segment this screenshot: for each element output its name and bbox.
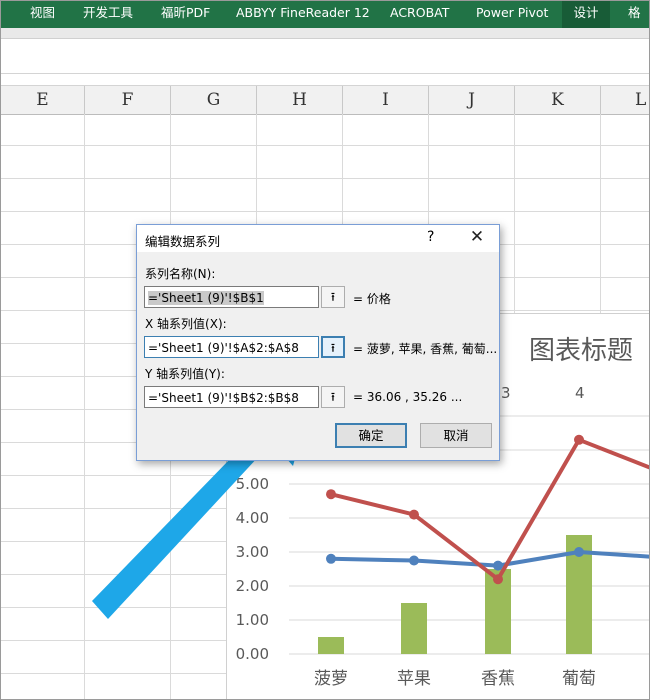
ok-button[interactable]: 确定 bbox=[335, 423, 407, 448]
y-values-preview: = 36.06 , 35.26 ... bbox=[353, 390, 463, 404]
series-name-preview: = 价格 bbox=[353, 292, 391, 306]
series-name-field[interactable]: ='Sheet1 (9)'!$B$1 bbox=[144, 286, 319, 308]
excel-window: 视图 开发工具 福昕PDF ABBYY FineReader 12 ACROBA… bbox=[0, 0, 650, 700]
y-values-field[interactable]: ='Sheet1 (9)'!$B$2:$B$8 bbox=[144, 386, 319, 408]
close-icon[interactable]: ✕ bbox=[467, 227, 487, 247]
collapse-dialog-icon[interactable]: ⭱ bbox=[321, 336, 345, 358]
x-values-field[interactable]: ='Sheet1 (9)'!$A$2:$A$8 bbox=[144, 336, 319, 358]
collapse-dialog-icon[interactable]: ⭱ bbox=[321, 386, 345, 408]
help-button[interactable]: ? bbox=[427, 229, 434, 245]
edit-series-dialog: 编辑数据系列 ? ✕ 系列名称(N): ='Sheet1 (9)'!$B$1 ⭱… bbox=[136, 224, 500, 461]
x-values-label: X 轴系列值(X): bbox=[145, 317, 227, 331]
cancel-button[interactable]: 取消 bbox=[420, 423, 492, 448]
series-name-label: 系列名称(N): bbox=[145, 267, 216, 281]
x-values-preview: = 菠萝, 苹果, 香蕉, 葡萄... bbox=[353, 342, 498, 356]
y-values-label: Y 轴系列值(Y): bbox=[145, 367, 225, 381]
collapse-dialog-icon[interactable]: ⭱ bbox=[321, 286, 345, 308]
dialog-title: 编辑数据系列 bbox=[145, 234, 221, 249]
